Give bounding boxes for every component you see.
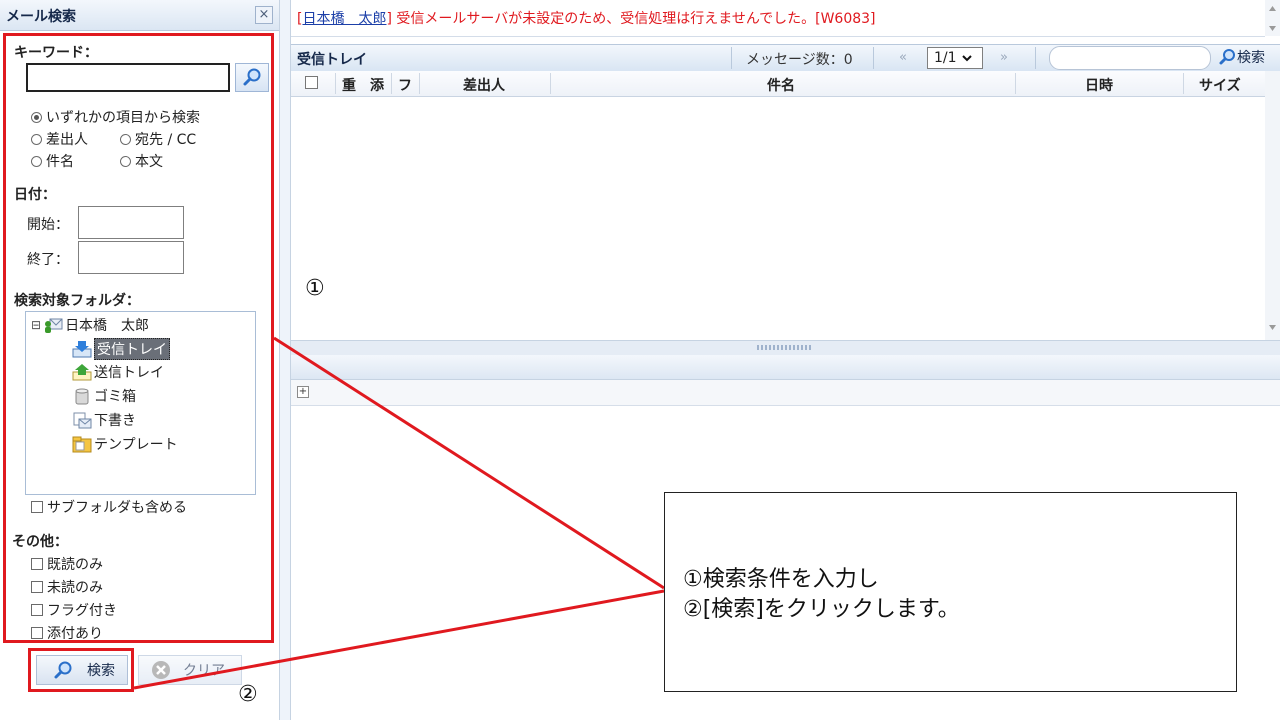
instruction-callout: ①検索条件を入力し ②[検索]をクリックします。 <box>664 492 1237 692</box>
marker-2: ② <box>238 682 258 707</box>
callout-line-1: ①検索条件を入力し <box>683 567 879 592</box>
callout-line-2: ②[検索]をクリックします。 <box>683 597 960 622</box>
marker-1: ① <box>305 276 325 301</box>
